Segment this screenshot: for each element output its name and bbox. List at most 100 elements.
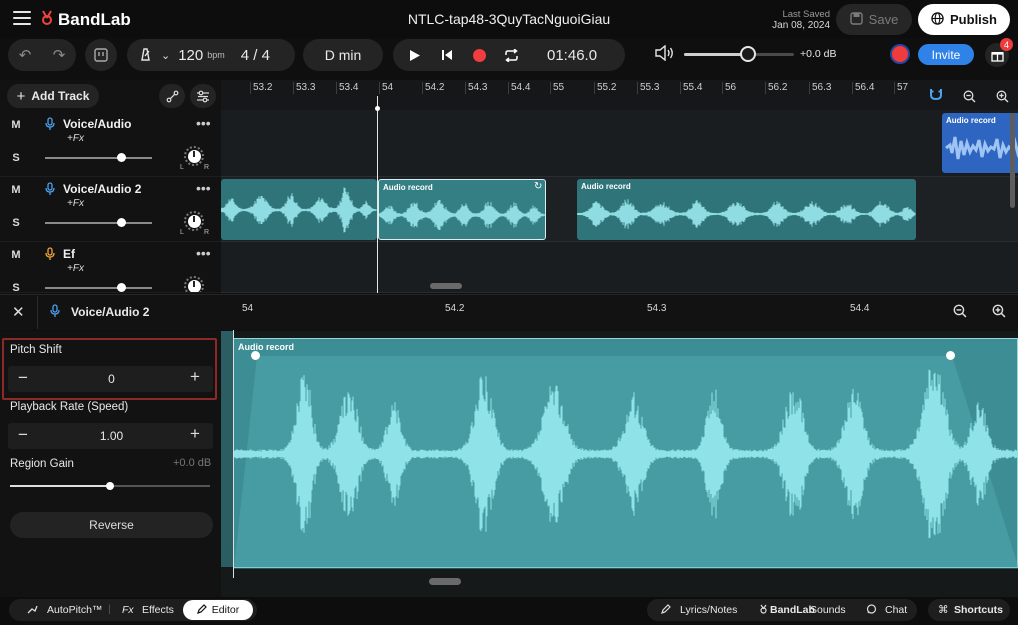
decrement-button[interactable]: − bbox=[18, 368, 28, 388]
decrement-button[interactable]: − bbox=[18, 425, 28, 445]
solo-button[interactable]: S bbox=[0, 152, 32, 164]
bpm-value[interactable]: 120 bbox=[178, 47, 203, 64]
track-fx-button[interactable]: +Fx bbox=[67, 198, 84, 209]
track-volume-slider[interactable] bbox=[45, 287, 152, 289]
key-selector[interactable]: D min bbox=[303, 39, 383, 71]
publish-button[interactable]: Publish bbox=[918, 4, 1010, 35]
pitch-shift-value[interactable]: 0 bbox=[44, 372, 179, 386]
more-options-icon[interactable]: ••• bbox=[196, 245, 211, 261]
horizontal-scrollbar[interactable] bbox=[430, 283, 462, 289]
fade-out-handle[interactable] bbox=[946, 351, 955, 360]
last-saved-info: Last Saved Jan 08, 2024 bbox=[760, 9, 830, 31]
track-fx-button[interactable]: +Fx bbox=[67, 263, 84, 274]
track-fx-button[interactable]: +Fx bbox=[67, 133, 84, 144]
editor-zoom-in-icon[interactable] bbox=[987, 299, 1011, 323]
increment-button[interactable]: + bbox=[190, 424, 200, 444]
track-lane[interactable] bbox=[221, 242, 1018, 293]
solo-button[interactable]: S bbox=[0, 282, 32, 292]
more-options-icon[interactable]: ••• bbox=[196, 180, 211, 196]
playhead-handle[interactable] bbox=[375, 106, 380, 111]
editor-tab[interactable]: Editor bbox=[183, 600, 253, 620]
track-name[interactable]: Voice/Audio bbox=[63, 117, 131, 131]
track-row[interactable]: M S Voice/Audio 2 +Fx ••• L R bbox=[0, 177, 221, 242]
track-volume-knob[interactable] bbox=[117, 283, 126, 292]
record-button[interactable] bbox=[463, 39, 495, 71]
solo-button[interactable]: S bbox=[0, 217, 32, 229]
sounds-brand[interactable]: BandLab bbox=[770, 604, 815, 616]
skip-back-icon[interactable] bbox=[431, 39, 463, 71]
time-display: 01:46.0 bbox=[547, 46, 598, 64]
editor-playhead[interactable] bbox=[233, 330, 234, 578]
track-name[interactable]: Ef bbox=[63, 247, 75, 261]
region-gain-label: Region Gain bbox=[10, 458, 74, 470]
mute-solo-column: M S bbox=[0, 242, 32, 292]
audio-clip[interactable]: Audio record bbox=[942, 113, 1018, 173]
lyrics-notes-tab[interactable]: Lyrics/Notes bbox=[680, 604, 737, 616]
track-name[interactable]: Voice/Audio 2 bbox=[63, 182, 141, 196]
mute-button[interactable]: M bbox=[0, 249, 32, 261]
ruler-tick-label: 54.4 bbox=[511, 82, 531, 93]
playback-rate-label: Playback Rate (Speed) bbox=[10, 401, 129, 413]
editor-zoom-out-icon[interactable] bbox=[948, 299, 972, 323]
more-options-icon[interactable]: ••• bbox=[196, 115, 211, 131]
chat-tab[interactable]: Chat bbox=[885, 604, 907, 616]
mixer-toggle-button[interactable] bbox=[85, 39, 117, 71]
undo-icon[interactable]: ↶ bbox=[19, 46, 32, 64]
zoom-in-icon[interactable] bbox=[990, 84, 1014, 108]
increment-button[interactable]: + bbox=[190, 367, 200, 387]
playback-rate-value[interactable]: 1.00 bbox=[44, 429, 179, 443]
last-saved-label: Last Saved bbox=[782, 9, 830, 20]
automation-tool-button[interactable] bbox=[159, 84, 185, 108]
region-gain-knob[interactable] bbox=[106, 482, 114, 490]
pan-knob[interactable] bbox=[184, 276, 204, 292]
pan-knob[interactable] bbox=[184, 146, 204, 166]
chevron-down-icon[interactable]: ⌄ bbox=[161, 49, 170, 62]
play-icon[interactable] bbox=[399, 39, 431, 71]
track-volume-knob[interactable] bbox=[117, 153, 126, 162]
add-track-button[interactable]: + Add Track bbox=[7, 84, 99, 108]
live-record-button[interactable] bbox=[890, 44, 910, 64]
close-icon[interactable]: ✕ bbox=[12, 303, 25, 321]
track-volume-slider[interactable] bbox=[45, 157, 152, 159]
track-volume-knob[interactable] bbox=[117, 218, 126, 227]
ruler-tick-line bbox=[765, 82, 766, 94]
editor-audio-region[interactable] bbox=[233, 338, 1018, 569]
pan-knob[interactable] bbox=[184, 211, 204, 231]
track-settings-button[interactable] bbox=[190, 84, 216, 108]
track-lane[interactable] bbox=[221, 111, 1018, 177]
autopitch-tab[interactable]: AutoPitch™ bbox=[47, 604, 102, 616]
reverse-button[interactable]: Reverse bbox=[10, 512, 213, 538]
sounds-tab[interactable]: Sounds bbox=[810, 604, 846, 616]
invite-button[interactable]: Invite bbox=[918, 44, 974, 65]
editor-horizontal-scrollbar[interactable] bbox=[429, 578, 461, 585]
metronome-icon[interactable] bbox=[137, 46, 153, 65]
audio-clip[interactable] bbox=[221, 179, 377, 240]
magnet-snap-icon[interactable] bbox=[929, 87, 943, 104]
master-volume-db: +0.0 dB bbox=[800, 48, 837, 60]
ruler-tick-label: 57 bbox=[897, 82, 909, 93]
fade-in-handle[interactable] bbox=[251, 351, 260, 360]
clip-waveform bbox=[945, 136, 1018, 160]
speaker-icon[interactable] bbox=[655, 44, 675, 64]
time-signature[interactable]: 4 / 4 bbox=[241, 47, 270, 64]
effects-tab[interactable]: Effects bbox=[142, 604, 174, 616]
master-volume-knob[interactable] bbox=[740, 46, 756, 62]
track-volume-slider[interactable] bbox=[45, 222, 152, 224]
ruler-tick-line bbox=[594, 82, 595, 94]
playhead[interactable] bbox=[377, 96, 378, 293]
mute-button[interactable]: M bbox=[0, 184, 32, 196]
chat-icon bbox=[866, 604, 877, 618]
notification-badge: 4 bbox=[1000, 38, 1013, 51]
mute-button[interactable]: M bbox=[0, 119, 32, 131]
save-button[interactable]: Save bbox=[836, 4, 912, 35]
audio-clip[interactable]: Audio record bbox=[577, 179, 916, 240]
audio-clip-selected[interactable]: Audio record ↻ bbox=[378, 179, 546, 240]
track-row[interactable]: M S Voice/Audio +Fx ••• L R bbox=[0, 112, 221, 177]
track-row[interactable]: M S Ef +Fx ••• L R bbox=[0, 242, 221, 293]
pen-icon bbox=[661, 604, 671, 617]
loop-icon[interactable] bbox=[495, 39, 527, 71]
vertical-scrollbar[interactable] bbox=[1010, 113, 1015, 208]
master-volume-fill bbox=[684, 53, 748, 56]
zoom-out-icon[interactable] bbox=[957, 84, 981, 108]
redo-icon[interactable]: ↷ bbox=[53, 46, 66, 64]
